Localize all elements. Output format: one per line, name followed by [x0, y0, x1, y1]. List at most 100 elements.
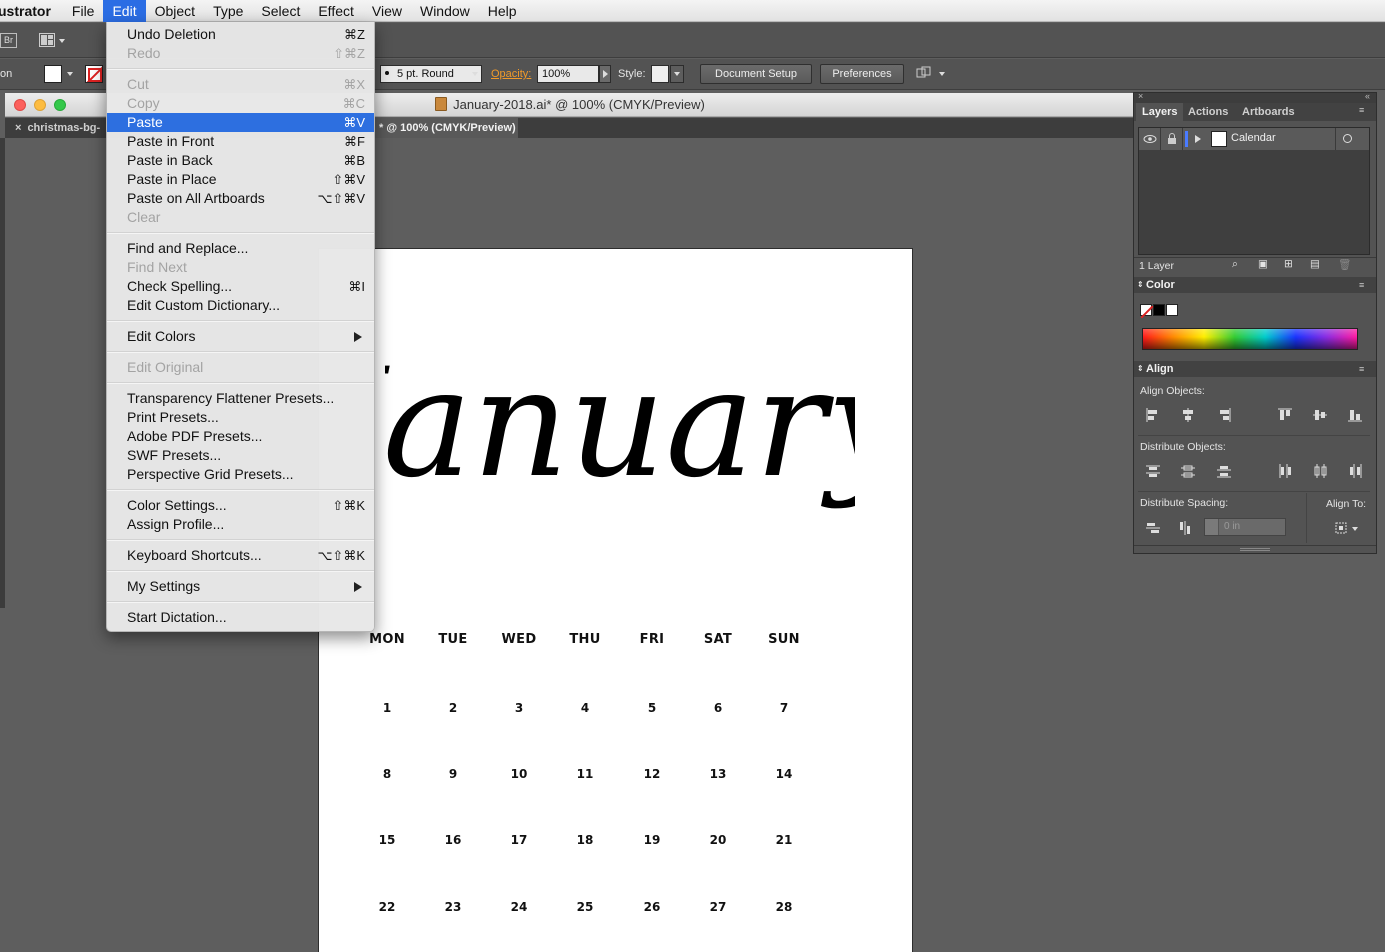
menu-view[interactable]: View: [363, 0, 411, 22]
new-sublayer-icon[interactable]: ⊞: [1284, 258, 1293, 270]
chevron-down-icon[interactable]: [939, 72, 945, 76]
spacing-stepper[interactable]: [1205, 519, 1219, 535]
tab-january-2018[interactable]: * @ 100% (CMYK/Preview): [375, 118, 518, 138]
distribute-vertical-center-icon[interactable]: [1181, 464, 1195, 478]
fill-swatch[interactable]: [44, 65, 62, 83]
menu-item-my-settings[interactable]: My Settings: [107, 577, 374, 596]
menu-item-start-dictation[interactable]: Start Dictation...: [107, 608, 374, 627]
menu-item-edit-original[interactable]: Edit Original: [107, 358, 374, 377]
preferences-button[interactable]: Preferences: [820, 64, 904, 84]
distribute-left-icon[interactable]: [1278, 464, 1292, 478]
distribute-bottom-icon[interactable]: [1217, 464, 1231, 478]
menu-item-edit-custom-dictionary[interactable]: Edit Custom Dictionary...: [107, 296, 374, 315]
layer-name[interactable]: Calendar: [1231, 132, 1276, 144]
menu-item-undo-deletion[interactable]: Undo Deletion ⌘Z: [107, 25, 374, 44]
delete-layer-icon[interactable]: 🗑: [1338, 258, 1351, 271]
color-panel-menu-icon[interactable]: ≡: [1359, 277, 1370, 293]
menu-item-paste[interactable]: Paste ⌘V: [107, 113, 374, 132]
menu-item-keyboard-shortcuts[interactable]: Keyboard Shortcuts... ⌥⇧⌘K: [107, 546, 374, 565]
layer-row[interactable]: Calendar: [1139, 128, 1369, 150]
tab-artboards[interactable]: Artboards: [1236, 103, 1301, 121]
locate-object-icon[interactable]: ⌕: [1232, 258, 1238, 271]
tab-christmas-bg[interactable]: × christmas-bg-: [5, 118, 105, 138]
visibility-eye-icon[interactable]: [1139, 128, 1161, 150]
align-top-icon[interactable]: [1278, 408, 1292, 422]
align-left-icon[interactable]: [1146, 408, 1160, 422]
menu-item-perspective-grid-presets[interactable]: Perspective Grid Presets...: [107, 465, 374, 484]
expand-arrow-icon[interactable]: [1195, 135, 1201, 143]
panel-collapse-arrows-icon[interactable]: ⇕: [1137, 361, 1144, 377]
menu-item-swf-presets[interactable]: SWF Presets...: [107, 446, 374, 465]
target-circle-icon[interactable]: [1343, 134, 1352, 143]
stroke-profile-select[interactable]: 5 pt. Round: [380, 65, 482, 83]
tab-close-icon[interactable]: ×: [15, 122, 21, 134]
white-color-swatch[interactable]: [1166, 304, 1178, 316]
distribute-right-icon[interactable]: [1348, 464, 1362, 478]
align-to-dropdown-icon[interactable]: [1352, 527, 1358, 531]
arrange-documents-icon[interactable]: [39, 33, 55, 47]
align-horizontal-center-icon[interactable]: [1181, 408, 1195, 422]
menu-edit[interactable]: Edit: [103, 0, 146, 22]
align-to-selection-icon[interactable]: [1334, 521, 1348, 535]
align-bottom-icon[interactable]: [1348, 408, 1362, 422]
app-name[interactable]: ustrator: [0, 3, 63, 19]
menu-item-copy[interactable]: Copy ⌘C: [107, 94, 374, 113]
menu-item-clear[interactable]: Clear: [107, 208, 374, 227]
black-color-swatch[interactable]: [1153, 304, 1165, 316]
tab-actions[interactable]: Actions: [1182, 103, 1234, 121]
color-panel-header[interactable]: ⇕ Color ≡: [1134, 277, 1376, 293]
align-right-icon[interactable]: [1217, 408, 1231, 422]
menu-item-paste-on-all-artboards[interactable]: Paste on All Artboards ⌥⇧⌘V: [107, 189, 374, 208]
graphic-style-dropdown[interactable]: [670, 65, 684, 83]
fill-dropdown-icon[interactable]: [67, 72, 73, 76]
lock-icon[interactable]: [1161, 128, 1183, 150]
align-vertical-center-icon[interactable]: [1313, 408, 1327, 422]
spacing-input[interactable]: 0 in: [1204, 518, 1286, 536]
vertical-distribute-space-icon[interactable]: [1146, 521, 1160, 535]
close-dock-icon[interactable]: ×: [1138, 91, 1143, 101]
arrange-icon[interactable]: [916, 66, 932, 80]
bridge-button[interactable]: Br: [0, 33, 17, 48]
align-panel-menu-icon[interactable]: ≡: [1359, 361, 1370, 377]
menu-item-adobe-pdf-presets[interactable]: Adobe PDF Presets...: [107, 427, 374, 446]
panel-collapse-arrows-icon[interactable]: ⇕: [1137, 277, 1144, 293]
color-spectrum[interactable]: [1142, 328, 1358, 350]
menu-item-check-spelling[interactable]: Check Spelling... ⌘I: [107, 277, 374, 296]
stroke-swatch[interactable]: [85, 65, 103, 83]
menu-effect[interactable]: Effect: [309, 0, 363, 22]
opacity-slider-toggle[interactable]: [599, 65, 611, 83]
menu-window[interactable]: Window: [411, 0, 479, 22]
distribute-top-icon[interactable]: [1146, 464, 1160, 478]
panel-menu-icon[interactable]: ≡: [1359, 105, 1370, 115]
menu-item-find-next[interactable]: Find Next: [107, 258, 374, 277]
menu-item-paste-in-front[interactable]: Paste in Front ⌘F: [107, 132, 374, 151]
new-layer-icon[interactable]: ▤: [1310, 258, 1320, 270]
clipping-mask-icon[interactable]: ▣: [1258, 258, 1268, 270]
tab-layers[interactable]: Layers: [1136, 103, 1184, 121]
menu-item-paste-in-place[interactable]: Paste in Place ⇧⌘V: [107, 170, 374, 189]
menu-item-edit-colors[interactable]: Edit Colors: [107, 327, 374, 346]
menu-help[interactable]: Help: [479, 0, 526, 22]
menu-item-find-and-replace[interactable]: Find and Replace...: [107, 239, 374, 258]
menu-object[interactable]: Object: [146, 0, 204, 22]
menu-type[interactable]: Type: [204, 0, 252, 22]
menu-item-paste-in-back[interactable]: Paste in Back ⌘B: [107, 151, 374, 170]
opacity-input[interactable]: 100%: [537, 65, 599, 83]
collapse-dock-icon[interactable]: «: [1365, 91, 1370, 101]
horizontal-distribute-space-icon[interactable]: [1178, 521, 1192, 535]
artboard[interactable]: January MONTUEWEDTHUFRISATSUN12345678910…: [318, 248, 913, 952]
panel-resize-grip[interactable]: [1134, 545, 1376, 553]
document-setup-button[interactable]: Document Setup: [700, 64, 812, 84]
align-panel-header[interactable]: ⇕ Align ≡: [1134, 361, 1376, 377]
menu-item-transparency-flattener-presets[interactable]: Transparency Flattener Presets...: [107, 389, 374, 408]
menu-item-cut[interactable]: Cut ⌘X: [107, 75, 374, 94]
menu-item-assign-profile[interactable]: Assign Profile...: [107, 515, 374, 534]
stroke-profile-dropdown-icon[interactable]: [472, 72, 478, 76]
menu-item-color-settings[interactable]: Color Settings... ⇧⌘K: [107, 496, 374, 515]
menu-item-print-presets[interactable]: Print Presets...: [107, 408, 374, 427]
menu-select[interactable]: Select: [252, 0, 309, 22]
none-color-swatch[interactable]: [1140, 304, 1154, 319]
graphic-style-swatch[interactable]: [651, 65, 669, 83]
menu-file[interactable]: File: [63, 0, 104, 22]
distribute-horizontal-center-icon[interactable]: [1313, 464, 1327, 478]
